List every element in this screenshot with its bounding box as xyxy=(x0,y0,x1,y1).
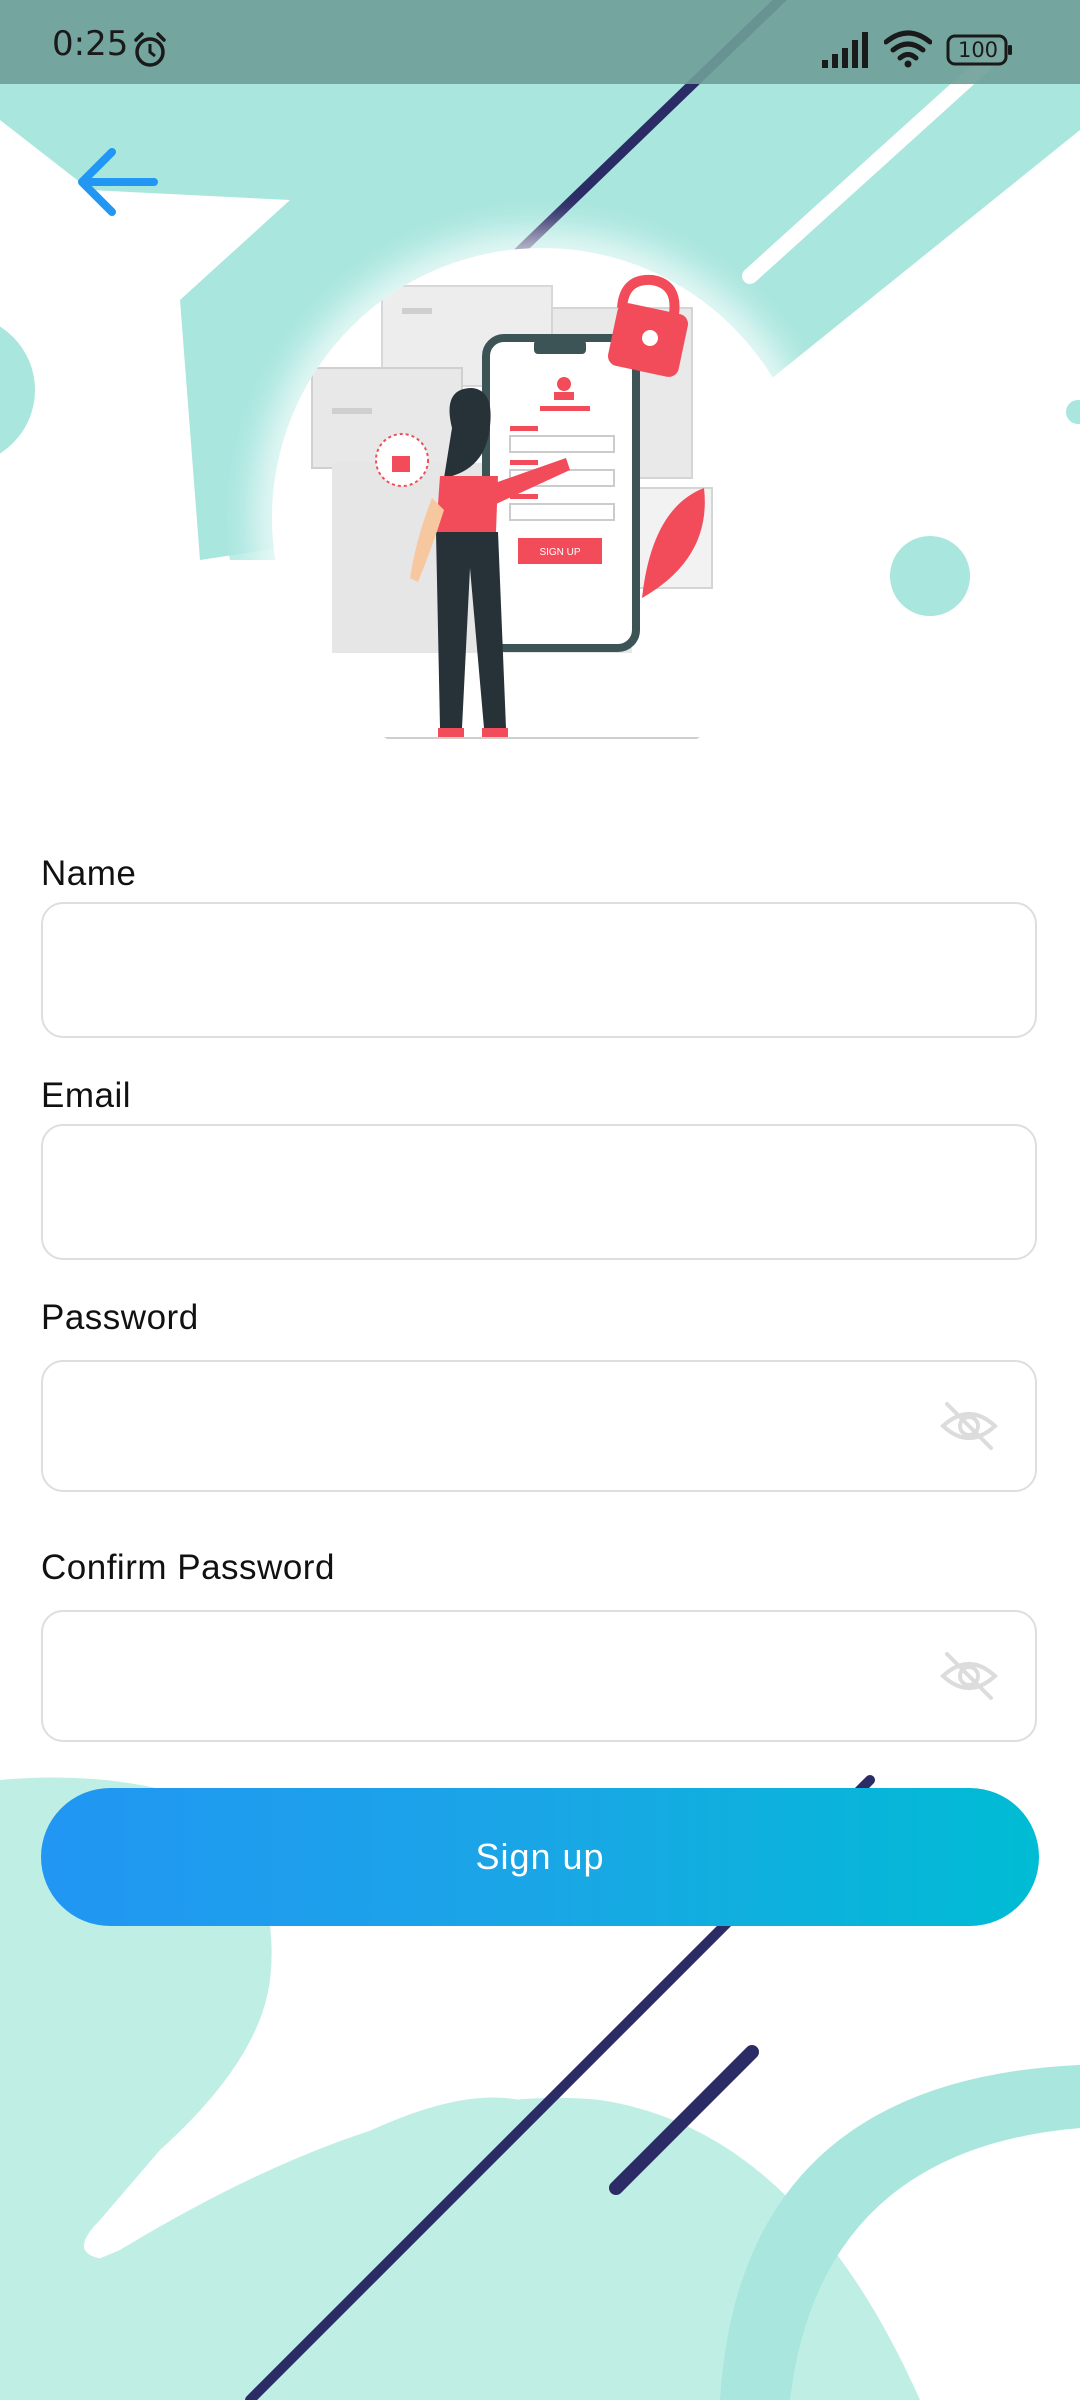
name-field-box[interactable] xyxy=(41,902,1037,1038)
arrow-left-icon xyxy=(78,148,158,216)
eye-off-icon[interactable] xyxy=(939,1650,999,1702)
battery-level: 100 xyxy=(957,38,999,62)
password-label: Password xyxy=(41,1298,199,1337)
name-input[interactable] xyxy=(73,904,957,1038)
name-label: Name xyxy=(41,854,137,893)
wifi-icon xyxy=(884,30,932,68)
eye-off-icon[interactable] xyxy=(939,1400,999,1452)
status-time: 0:25 xyxy=(52,24,129,64)
signup-illustration: SIGN UP xyxy=(272,248,812,788)
back-button[interactable] xyxy=(66,130,166,230)
email-label: Email xyxy=(41,1076,132,1115)
confirm-password-label: Confirm Password xyxy=(41,1548,335,1587)
illustration-button-text: SIGN UP xyxy=(539,547,580,558)
confirm-password-field-box[interactable] xyxy=(41,1610,1037,1742)
cellular-signal-icon xyxy=(822,32,868,68)
password-field-box[interactable] xyxy=(41,1360,1037,1492)
status-bar: 0:25 100 xyxy=(0,0,1080,84)
confirm-password-input[interactable] xyxy=(73,1612,957,1742)
battery-icon: 100 xyxy=(946,34,1014,66)
password-input[interactable] xyxy=(73,1362,957,1492)
email-input[interactable] xyxy=(73,1126,957,1260)
email-field-box[interactable] xyxy=(41,1124,1037,1260)
alarm-clock-icon xyxy=(134,32,166,67)
sign-up-button[interactable]: Sign up xyxy=(41,1788,1039,1926)
